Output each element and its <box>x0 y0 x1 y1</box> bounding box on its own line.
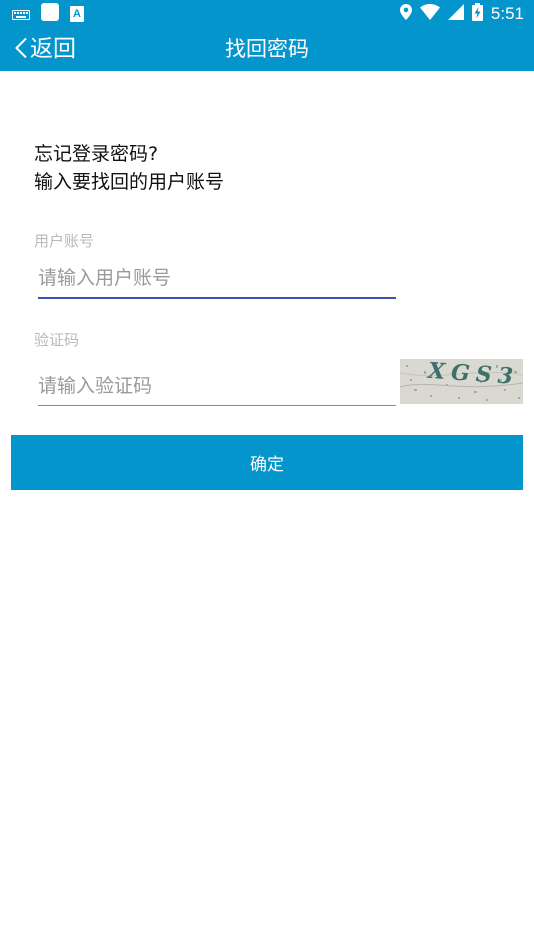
prompt-line-enter-account: 输入要找回的用户账号 <box>34 171 225 193</box>
back-label: 返回 <box>30 36 76 62</box>
cell-signal-icon <box>447 4 464 24</box>
status-time: 5:51 <box>490 4 524 23</box>
status-left-icons: A <box>12 2 84 26</box>
wifi-icon <box>419 3 440 24</box>
back-button[interactable]: 返回 <box>14 28 76 71</box>
store-a-icon: A <box>70 6 84 22</box>
page-title: 找回密码 <box>225 37 309 61</box>
captcha-image[interactable]: XGS3 <box>399 358 524 404</box>
store-a-glyph: A <box>73 8 81 20</box>
account-label: 用户账号 <box>34 232 95 250</box>
prompt-line-forgot: 忘记登录密码? <box>34 143 159 165</box>
location-icon <box>399 4 412 24</box>
status-bar: A 5:51 <box>0 0 534 28</box>
app-square-icon <box>40 2 60 26</box>
account-input[interactable] <box>38 263 396 299</box>
captcha-input[interactable] <box>38 371 396 406</box>
battery-icon <box>471 3 483 25</box>
app-bar: 返回 找回密码 <box>0 28 534 71</box>
captcha-label: 验证码 <box>34 331 80 349</box>
status-right-icons: 5:51 <box>399 3 524 25</box>
chevron-left-icon <box>14 37 28 63</box>
prompt-text: 忘记登录密码? 输入要找回的用户账号 <box>34 140 224 196</box>
keyboard-icon <box>12 5 30 24</box>
confirm-button[interactable]: 确定 <box>11 435 523 490</box>
